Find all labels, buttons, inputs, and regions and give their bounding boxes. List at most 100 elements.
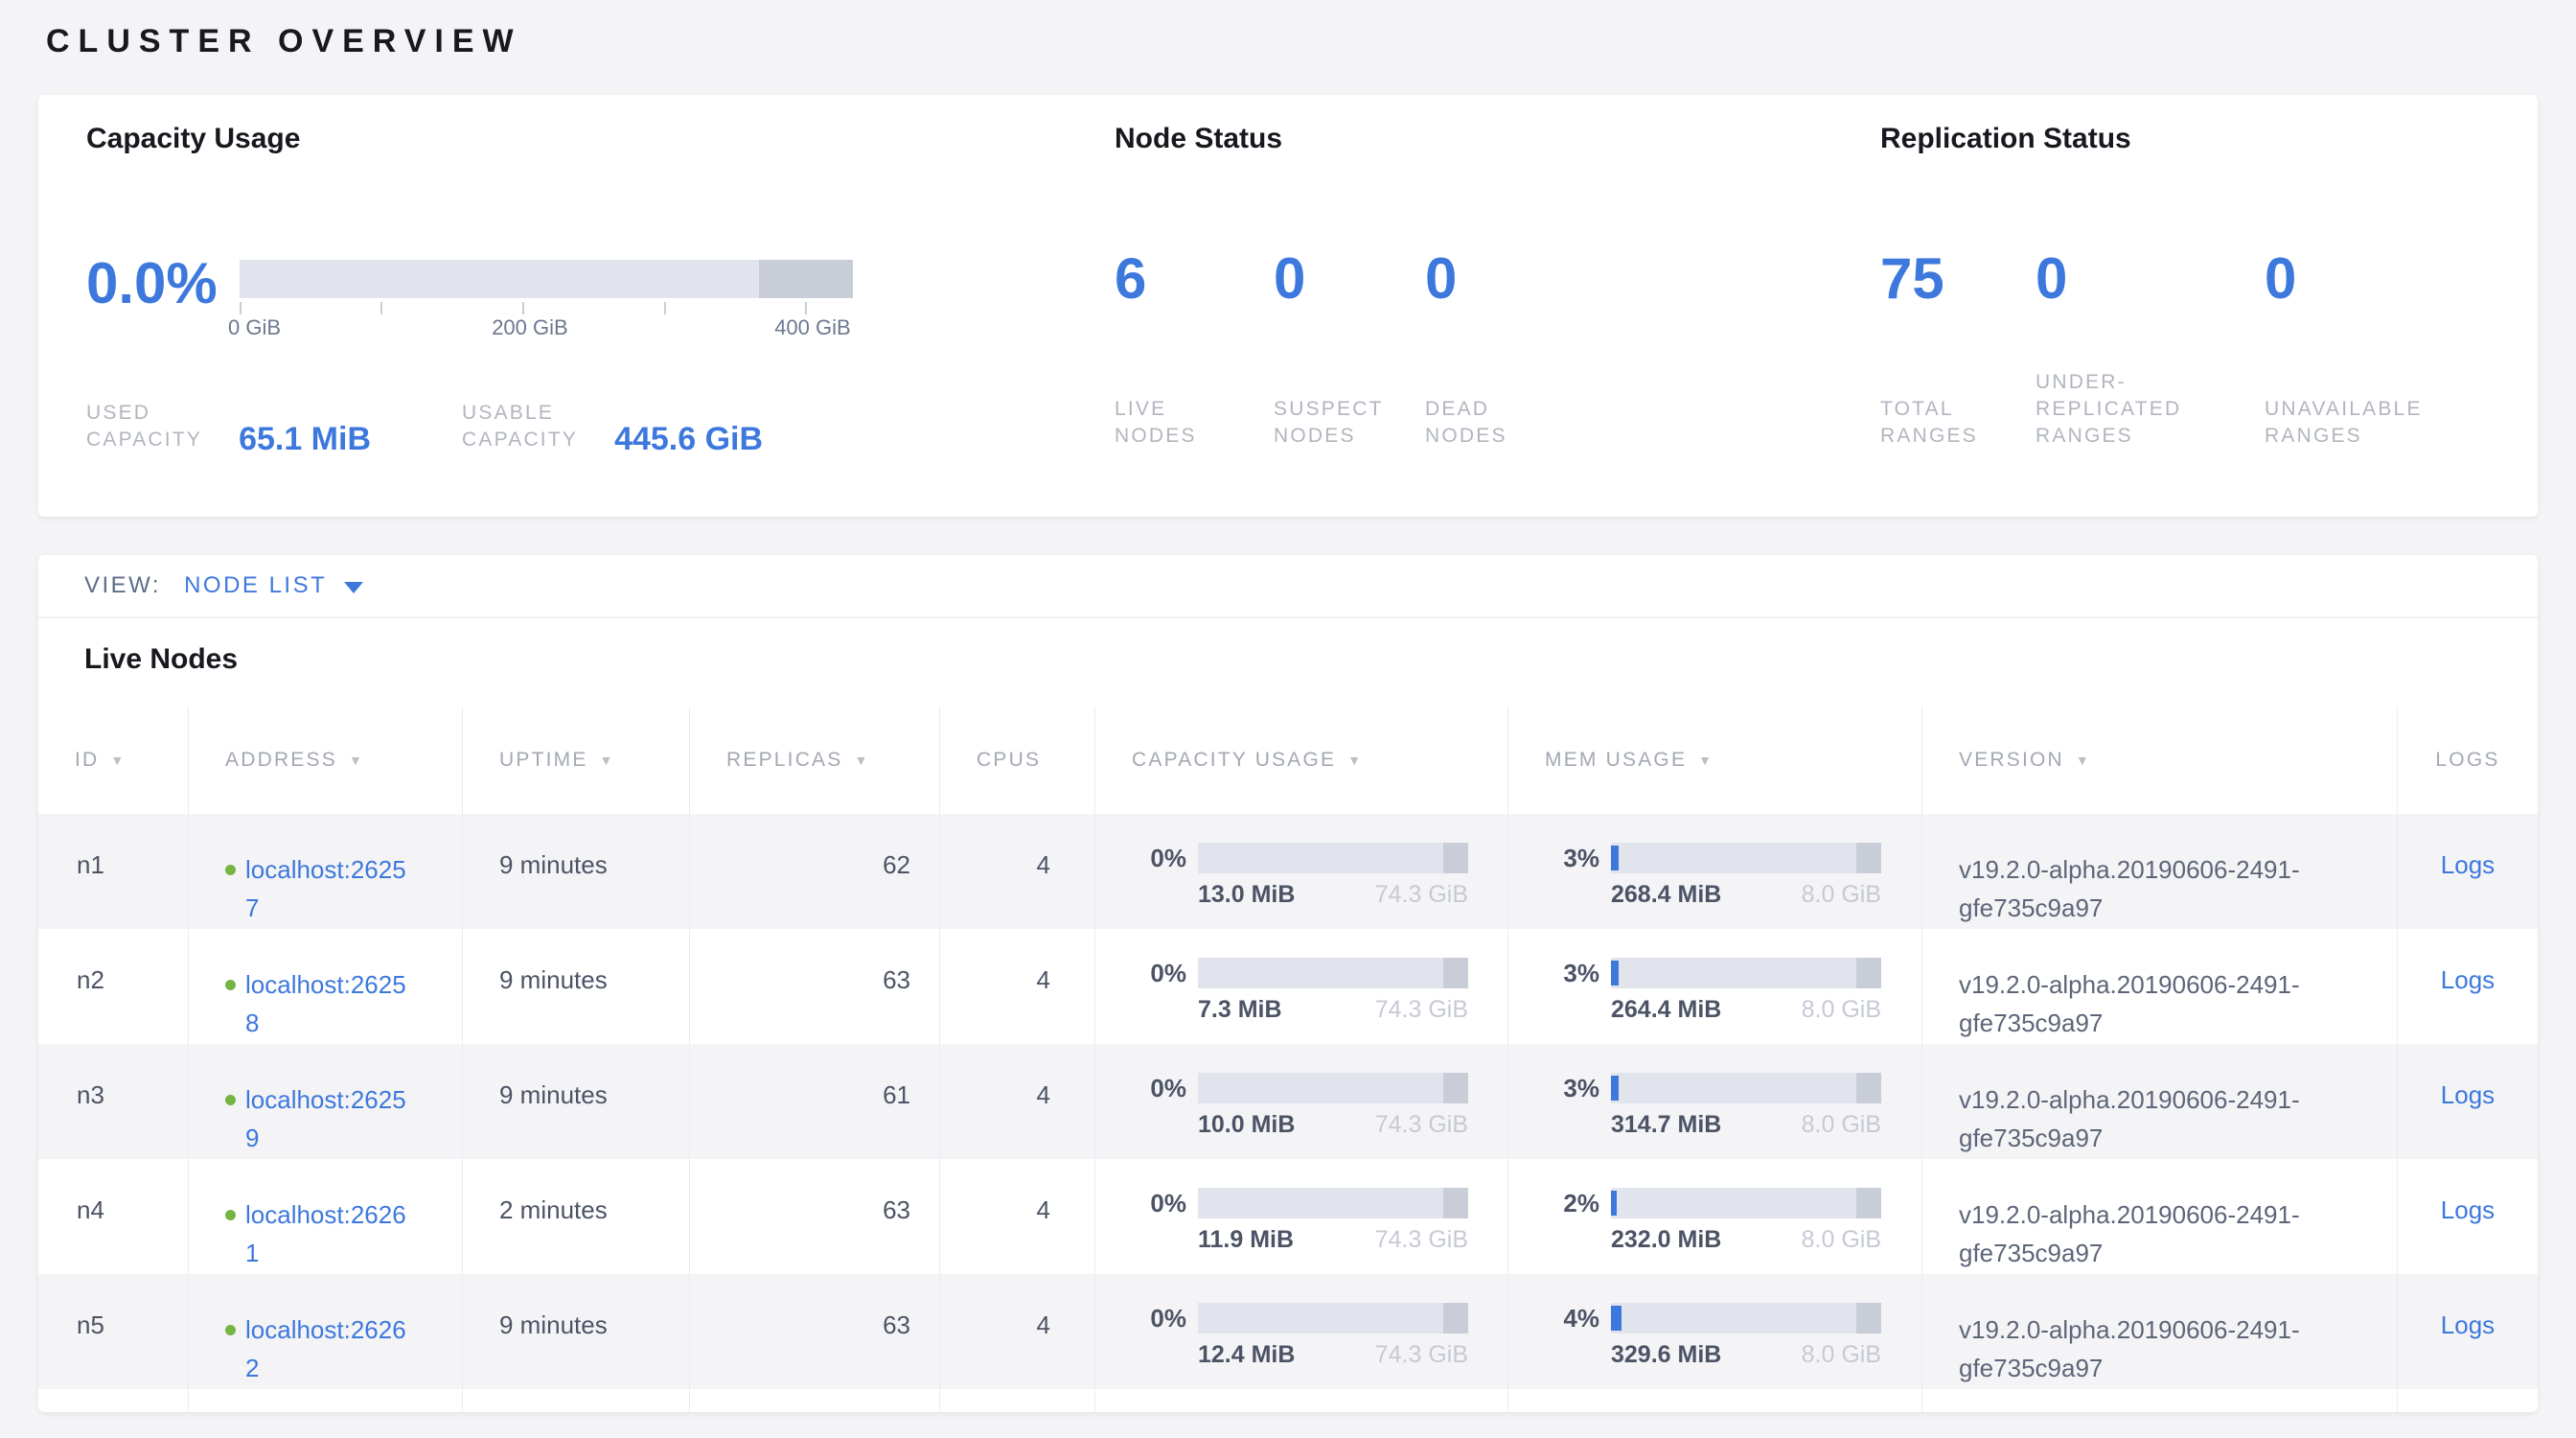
big-stat-label: DEADNODES: [1425, 369, 1507, 450]
stat-label-line: CAPACITY: [86, 427, 202, 453]
node-list-dropdown[interactable]: NODE LIST: [184, 572, 363, 599]
meter-values: 329.6 MiB8.0 GiB: [1611, 1341, 1881, 1369]
big-stat-label: UNAVAILABLERANGES: [2265, 369, 2423, 450]
table-row: n3localhost:262599 minutes6140%10.0 MiB7…: [38, 1044, 2538, 1159]
cell-replicas: 62: [690, 814, 940, 929]
header-cell-logs: LOGS: [2398, 707, 2538, 814]
header-cell-capacity[interactable]: CAPACITY USAGE▼: [1095, 707, 1508, 814]
meter-percent: 2%: [1508, 1189, 1599, 1218]
cell-version: v19.2.0-alpha.20190606-2491-gfe735c9a97: [1922, 1044, 2398, 1159]
address-link[interactable]: localhost:26261: [245, 1195, 418, 1272]
meter-bar-tail: [1443, 1303, 1468, 1334]
meter-row: 3%: [1508, 958, 1921, 988]
meter-total-value: 8.0 GiB: [1802, 881, 1881, 909]
header-cell-id[interactable]: ID ▼: [38, 707, 189, 814]
node-id: n1: [77, 850, 104, 879]
cell-mem: [1508, 1389, 1922, 1412]
replicas-value: 63: [883, 1195, 910, 1224]
meter-bar-fill: [1611, 961, 1619, 986]
cell-uptime: 9 minutes: [463, 814, 690, 929]
logs-link[interactable]: Logs: [2441, 850, 2495, 879]
sort-arrow-icon: ▼: [600, 753, 615, 768]
cell-mem-usage: 3%264.4 MiB8.0 GiB: [1508, 929, 1922, 1044]
header-label: MEM USAGE: [1545, 749, 1687, 772]
cell-logs: Logs: [2398, 1159, 2538, 1274]
cpus-value: 4: [1037, 965, 1050, 994]
big-stat: 0SUSPECTNODES: [1274, 248, 1425, 450]
capacity-axis-labels: 0 GiB 200 GiB 400 GiB: [240, 315, 853, 340]
cell-logs: Logs: [2398, 1274, 2538, 1389]
header-cell-address[interactable]: ADDRESS▼: [189, 707, 463, 814]
big-stat-label-line: REPLICATED: [2036, 396, 2181, 423]
cell-replicas: 63: [690, 1274, 940, 1389]
sort-arrow-icon: ▼: [110, 753, 126, 768]
meter-used-value: 7.3 MiB: [1198, 996, 1282, 1024]
big-stat-label-line: NODES: [1274, 423, 1384, 450]
cell-capacity: [1095, 1389, 1508, 1412]
logs-link[interactable]: Logs: [2441, 1195, 2495, 1224]
sort-arrow-icon: ▼: [854, 753, 869, 768]
big-stat-label: SUSPECTNODES: [1274, 369, 1425, 450]
meter-bar-tail: [1443, 843, 1468, 873]
version-value: v19.2.0-alpha.20190606-2491-gfe735c9a97: [1959, 1310, 2380, 1387]
capacity-stat: USABLECAPACITY 445.6 GiB: [462, 400, 763, 453]
replicas-value: 63: [883, 1310, 910, 1339]
capacity-title: Capacity Usage: [86, 122, 1115, 156]
cell-version: v19.2.0-alpha.20190606-2491-gfe735c9a97: [1922, 1274, 2398, 1389]
address-link[interactable]: localhost:26257: [245, 850, 418, 927]
header-cell-replicas[interactable]: REPLICAS▼: [690, 707, 940, 814]
header-cell-version[interactable]: VERSION▼: [1922, 707, 2398, 814]
address-link[interactable]: localhost:26258: [245, 965, 418, 1042]
cell-id: n4: [38, 1159, 189, 1274]
header-cell-mem[interactable]: MEM USAGE▼: [1508, 707, 1922, 814]
cpus-value: 4: [1037, 850, 1050, 879]
meter-total-value: 74.3 GiB: [1375, 996, 1468, 1024]
cpus-value: 4: [1037, 1080, 1050, 1109]
big-stat-label-lines: SUSPECTNODES: [1274, 396, 1384, 450]
stat-label-line: USABLE: [462, 400, 578, 427]
logs-link[interactable]: Logs: [2441, 1310, 2495, 1339]
page-title: CLUSTER OVERVIEW: [46, 23, 2576, 60]
cell-mem-usage: 2%232.0 MiB8.0 GiB: [1508, 1159, 1922, 1274]
axis-tick: [240, 302, 242, 314]
address: localhost:26259: [225, 1080, 462, 1157]
sort-arrow-icon: ▼: [2076, 753, 2091, 768]
stat-value: 445.6 GiB: [614, 423, 763, 455]
big-stat-label-line: RANGES: [2036, 423, 2181, 450]
address-link[interactable]: localhost:26262: [245, 1310, 418, 1387]
meter-bar: [1611, 843, 1881, 873]
header-cell-uptime[interactable]: UPTIME▼: [463, 707, 690, 814]
header-label: ID: [75, 749, 99, 772]
meter-total-value: 8.0 GiB: [1802, 1111, 1881, 1139]
meter-percent: 4%: [1508, 1304, 1599, 1334]
header-cell-cpus: CPUS: [940, 707, 1095, 814]
cell-capacity-usage: 0%12.4 MiB74.3 GiB: [1095, 1274, 1508, 1389]
cell-logs: Logs: [2398, 814, 2538, 929]
big-stat-label-line: NODES: [1115, 423, 1197, 450]
table-row-partial: [38, 1389, 2538, 1410]
big-stat-label-lines: TOTALRANGES: [1880, 396, 1978, 450]
big-stat-label-line: SUSPECT: [1274, 396, 1384, 423]
logs-link[interactable]: Logs: [2441, 965, 2495, 994]
capacity-percent: 0.0%: [86, 252, 240, 340]
node-id: n4: [77, 1195, 104, 1224]
header-label: ADDRESS: [225, 749, 337, 772]
big-stat: 0 UNAVAILABLERANGES: [2265, 248, 2423, 450]
big-stat-value: 0: [2265, 248, 2423, 310]
cell-uptime: 9 minutes: [463, 929, 690, 1044]
logs-link[interactable]: Logs: [2441, 1080, 2495, 1109]
meter-percent: 0%: [1095, 1074, 1186, 1103]
big-stat-label-line: UNAVAILABLE: [2265, 396, 2423, 423]
cell-version: [1922, 1389, 2398, 1412]
meter-bar: [1611, 1303, 1881, 1334]
meter-bar: [1198, 1188, 1468, 1218]
address-link[interactable]: localhost:26259: [245, 1080, 418, 1157]
stat-label-line: CAPACITY: [462, 427, 578, 453]
address: localhost:26262: [225, 1310, 462, 1387]
cell-cpus: 4: [940, 929, 1095, 1044]
node-status-title: Node Status: [1115, 122, 1880, 156]
meter-bar-fill: [1611, 1076, 1619, 1101]
replication-stats: 75TOTALRANGES0UNDER-REPLICATEDRANGES0UNA…: [1880, 248, 2538, 450]
cell-id: n3: [38, 1044, 189, 1159]
meter-row: 2%: [1508, 1188, 1921, 1218]
